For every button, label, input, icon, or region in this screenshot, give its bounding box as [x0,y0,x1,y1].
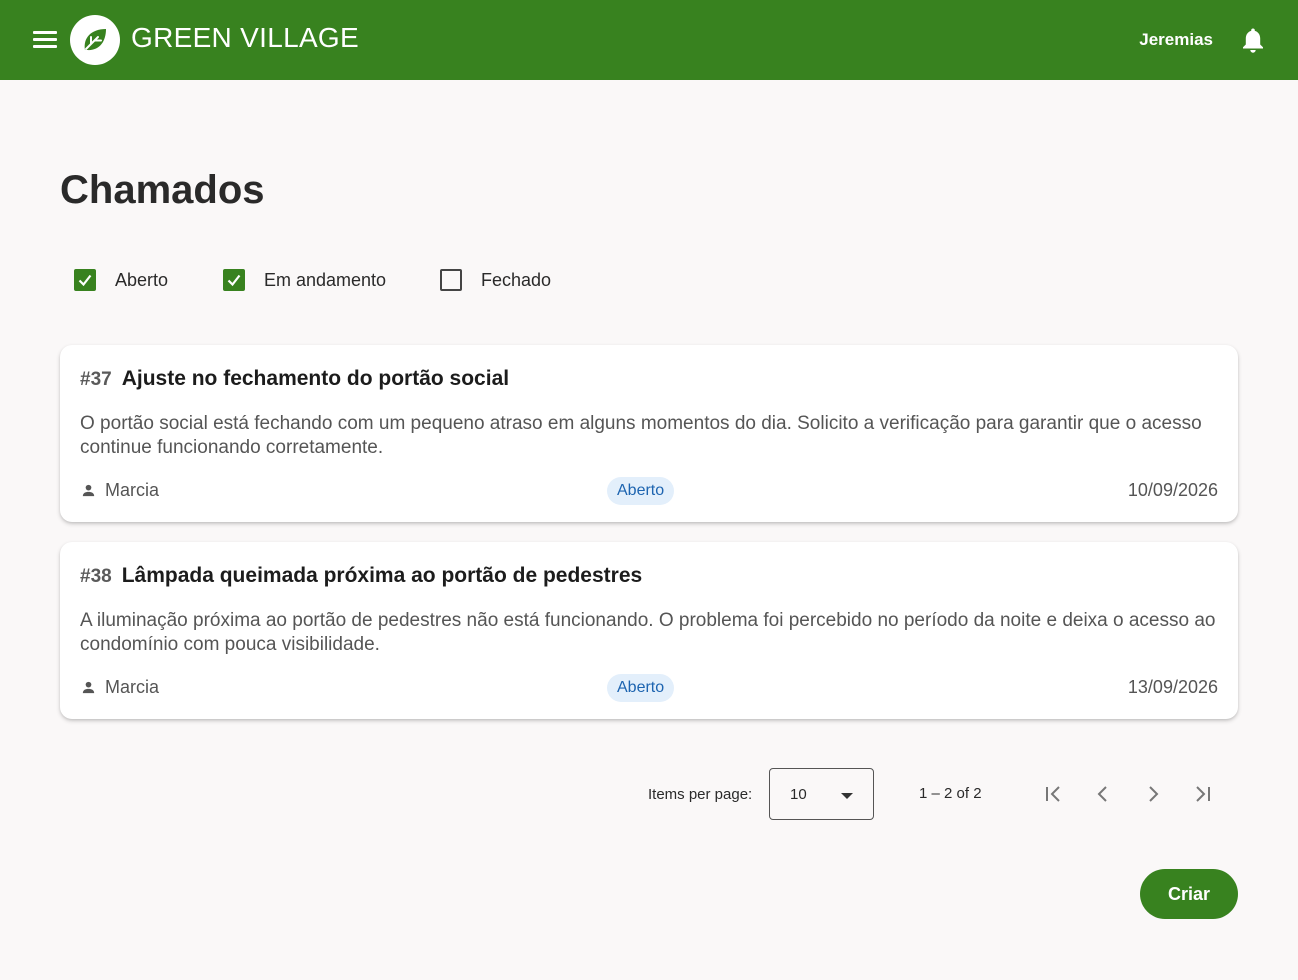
ticket-card[interactable]: #38 Lâmpada queimada próxima ao portão d… [60,542,1238,719]
filter-aberto[interactable]: Aberto [74,268,168,292]
ticket-date: 10/09/2026 [1127,480,1218,500]
ticket-number: #37 [80,369,112,390]
last-page-icon [1196,786,1210,802]
last-page-button[interactable] [1187,778,1219,810]
ticket-header: #38 Lâmpada queimada próxima ao portão d… [80,564,642,588]
user-name[interactable]: Jeremias [1139,30,1213,50]
filter-em-andamento[interactable]: Em andamento [223,268,386,292]
check-icon [78,274,92,287]
bell-icon[interactable] [1241,27,1265,53]
create-button[interactable]: Criar [1140,869,1238,919]
ticket-title: Ajuste no fechamento do portão social [121,367,510,390]
ticket-author: Marcia [80,677,159,698]
items-per-page-select[interactable]: 10 [769,768,874,820]
next-page-button[interactable] [1137,778,1169,810]
ticket-author-name: Marcia [105,677,160,697]
ticket-description: O portão social está fechando com um peq… [80,413,1202,458]
ticket-date: 13/09/2026 [1127,677,1218,697]
page-title: Chamados [60,168,265,212]
first-page-button[interactable] [1037,778,1069,810]
brand-name: GREEN VILLAGE [131,22,359,53]
person-icon [82,484,95,497]
ticket-description: A iluminação próxima ao portão de pedest… [80,610,1216,655]
items-per-page-value: 10 [790,786,807,803]
person-icon [82,681,95,694]
check-icon [227,274,241,287]
checkbox-fechado[interactable] [440,269,462,291]
page-range-label: 1 – 2 of 2 [919,785,982,802]
first-page-icon [1046,786,1060,802]
ticket-header: #37 Ajuste no fechamento do portão socia… [80,367,509,391]
checkbox-aberto[interactable] [74,269,96,291]
top-app-bar: GREEN VILLAGE Jeremias [0,0,1298,80]
ticket-number: #38 [80,566,112,587]
prev-page-button[interactable] [1087,778,1119,810]
checkbox-em-andamento[interactable] [223,269,245,291]
items-per-page-label: Items per page: [648,786,753,803]
ticket-author-name: Marcia [105,480,160,500]
status-badge: Aberto [607,477,675,505]
leaf-logo-icon [70,15,120,65]
filter-label: Em andamento [264,269,387,290]
filter-fechado[interactable]: Fechado [440,268,551,292]
prev-page-icon [1097,786,1107,802]
ticket-title: Lâmpada queimada próxima ao portão de pe… [121,564,643,587]
ticket-author: Marcia [80,480,159,501]
menu-icon[interactable] [33,29,57,51]
ticket-card[interactable]: #37 Ajuste no fechamento do portão socia… [60,345,1238,522]
status-badge: Aberto [607,674,675,702]
next-page-icon [1149,786,1159,802]
filter-label: Aberto [115,269,169,290]
dropdown-arrow-icon [841,793,853,799]
filter-label: Fechado [481,269,552,290]
